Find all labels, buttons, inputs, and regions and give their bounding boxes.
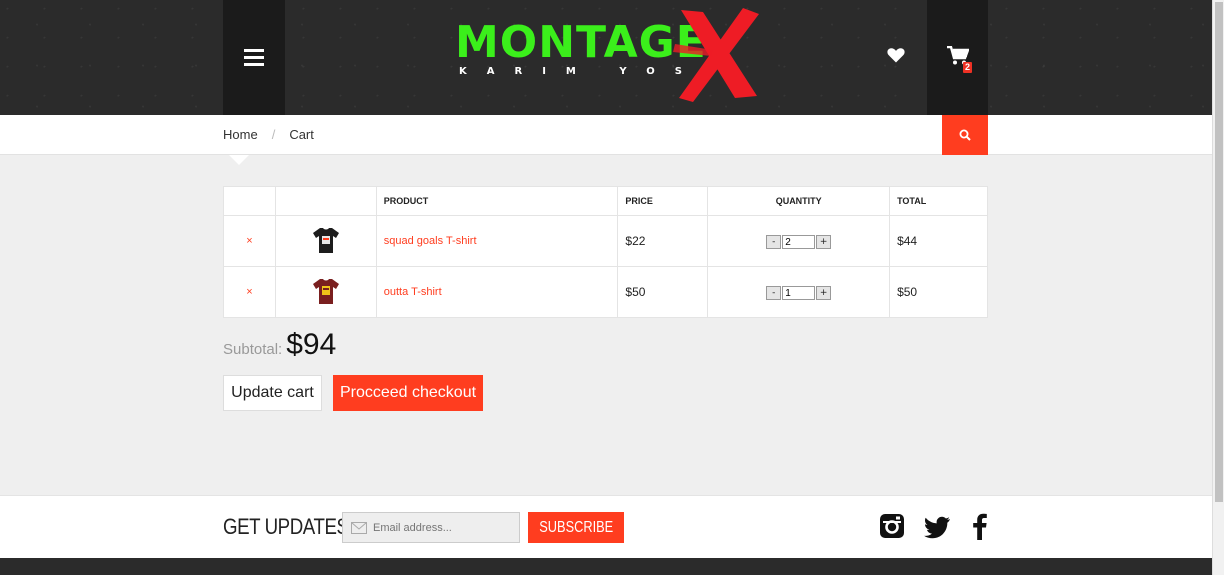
search-icon (959, 129, 971, 141)
cart-table: PRODUCT PRICE QUANTITY TOTAL × squad goa… (223, 186, 988, 318)
update-cart-button[interactable]: Update cart (223, 375, 322, 411)
header-remove (223, 186, 276, 216)
quantity-increase-button[interactable]: + (816, 235, 832, 249)
product-line-total: $44 (889, 215, 988, 267)
site-header: MONTAGE KARIM YOSRY 2 (0, 0, 1212, 115)
product-name-link[interactable]: outta T-shirt (375, 266, 619, 318)
email-field[interactable] (342, 512, 520, 543)
subtotal-value: $94 (286, 328, 337, 361)
quantity-cell: - + (707, 266, 891, 318)
quantity-cell: - + (707, 215, 891, 267)
remove-item-button[interactable]: × (223, 266, 276, 318)
header-product: PRODUCT (375, 186, 619, 216)
product-thumbnail[interactable] (274, 266, 377, 318)
breadcrumb-current: Cart (289, 127, 314, 142)
product-thumbnail[interactable] (274, 215, 377, 267)
table-row: × squad goals T-shirt $22 - + $44 (223, 215, 988, 267)
search-button[interactable] (942, 115, 988, 155)
logo-word: MONTAGE (455, 17, 707, 68)
quantity-stepper: - + (766, 286, 832, 300)
product-line-total: $50 (889, 266, 988, 318)
header-price: PRICE (617, 186, 709, 216)
wishlist-heart-icon[interactable] (886, 45, 906, 65)
envelope-icon (351, 521, 367, 534)
twitter-icon[interactable] (924, 512, 952, 540)
subtotal-label: Subtotal: (223, 341, 283, 358)
tshirt-image (312, 278, 339, 304)
quantity-input[interactable] (782, 286, 816, 300)
quantity-decrease-button[interactable]: - (766, 286, 782, 300)
product-price: $22 (617, 215, 709, 267)
logo-x-mark (673, 8, 759, 102)
subscribe-label: SUBSCRIBE (539, 518, 613, 536)
breadcrumb-bar: Home / Cart (0, 115, 1212, 165)
table-row: × outta T-shirt $50 - + $50 (223, 266, 988, 318)
page-scrollbar[interactable] (1212, 0, 1224, 575)
header-thumbnail (274, 186, 377, 216)
cart-button[interactable]: 2 (927, 0, 988, 115)
breadcrumb: Home / Cart (223, 127, 314, 142)
email-input[interactable] (373, 521, 513, 534)
product-price: $50 (617, 266, 709, 318)
quantity-stepper: - + (766, 235, 832, 249)
facebook-icon[interactable] (966, 512, 994, 540)
quantity-increase-button[interactable]: + (816, 286, 832, 300)
subscribe-button[interactable]: SUBSCRIBE (528, 512, 624, 543)
remove-item-button[interactable]: × (223, 215, 276, 267)
subtotal: Subtotal: $94 (223, 328, 336, 362)
quantity-decrease-button[interactable]: - (766, 235, 782, 249)
menu-button[interactable] (223, 0, 285, 115)
site-logo[interactable]: MONTAGE KARIM YOSRY (455, 8, 765, 102)
checkout-button[interactable]: Procceed checkout (333, 375, 483, 411)
instagram-icon[interactable] (878, 512, 906, 540)
table-header-row: PRODUCT PRICE QUANTITY TOTAL (223, 186, 988, 216)
breadcrumb-separator: / (271, 127, 276, 142)
bottom-bar (0, 558, 1212, 575)
tshirt-image (312, 227, 339, 253)
breadcrumb-pointer (229, 155, 249, 165)
hamburger-icon (244, 45, 264, 70)
newsletter-title: GET UPDATES (223, 514, 349, 539)
product-name-link[interactable]: squad goals T-shirt (375, 215, 619, 267)
quantity-input[interactable] (782, 235, 816, 249)
scrollbar-thumb[interactable] (1215, 2, 1223, 502)
header-quantity: QUANTITY (707, 186, 891, 216)
newsletter-section: GET UPDATES SUBSCRIBE (0, 495, 1212, 558)
header-total: TOTAL (889, 186, 988, 216)
cart-count-badge: 2 (963, 62, 973, 73)
breadcrumb-home-link[interactable]: Home (223, 127, 258, 142)
